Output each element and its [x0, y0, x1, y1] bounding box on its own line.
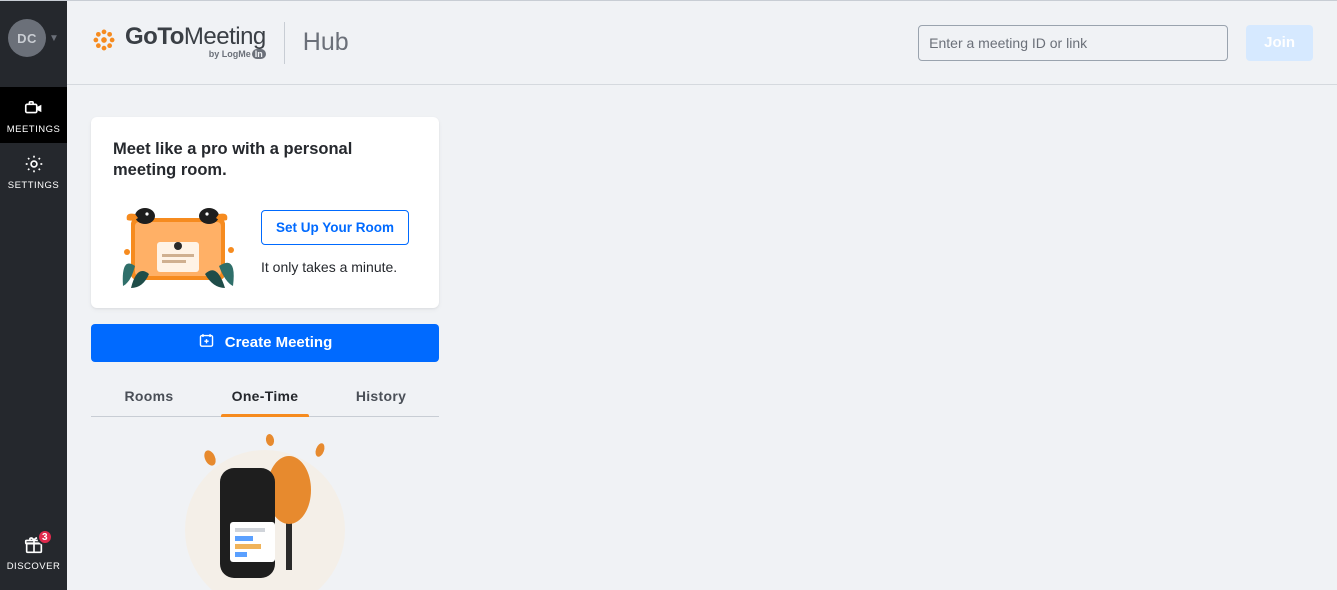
- content: Meet like a pro with a personal meeting …: [67, 85, 1337, 590]
- promo-card: Meet like a pro with a personal meeting …: [91, 117, 439, 308]
- avatar: DC: [8, 19, 46, 57]
- sidebar-item-meetings[interactable]: MEETINGS: [0, 87, 67, 143]
- setup-room-button[interactable]: Set Up Your Room: [261, 210, 409, 245]
- gear-icon: [23, 153, 45, 175]
- sidebar: DC ▼ MEETINGS: [0, 1, 67, 590]
- join-button[interactable]: Join: [1246, 25, 1313, 61]
- page-title: Hub: [303, 28, 349, 57]
- sidebar-item-discover[interactable]: 3 DISCOVER: [0, 524, 67, 580]
- meeting-id-input[interactable]: [918, 25, 1228, 61]
- notification-badge: 3: [37, 529, 53, 545]
- daisy-icon: [91, 27, 117, 58]
- tab-one-time[interactable]: One-Time: [207, 378, 323, 416]
- meeting-tabs: Rooms One-Time History: [91, 378, 439, 417]
- product-logo: GoToMeeting by LogMeIn: [91, 25, 266, 60]
- promo-illustration: [113, 196, 243, 290]
- create-meeting-label: Create Meeting: [225, 334, 333, 351]
- product-name: GoToMeeting: [125, 25, 266, 49]
- promo-subtext: It only takes a minute.: [261, 259, 409, 275]
- camera-icon: [23, 97, 45, 119]
- divider: [284, 22, 285, 64]
- empty-state-illustration: [91, 417, 439, 590]
- sidebar-item-settings[interactable]: SETTINGS: [0, 143, 67, 199]
- chevron-down-icon: ▼: [49, 33, 59, 44]
- product-byline: by LogMeIn: [208, 50, 266, 60]
- calendar-plus-icon: [198, 332, 215, 353]
- header: GoToMeeting by LogMeIn Hub Join: [67, 1, 1337, 85]
- promo-title: Meet like a pro with a personal meeting …: [113, 139, 417, 182]
- sidebar-item-label: DISCOVER: [7, 561, 61, 572]
- tab-history[interactable]: History: [323, 378, 439, 416]
- create-meeting-button[interactable]: Create Meeting: [91, 324, 439, 362]
- sidebar-item-label: SETTINGS: [8, 180, 60, 191]
- avatar-initials: DC: [17, 31, 37, 46]
- account-menu[interactable]: DC ▼: [8, 19, 59, 57]
- sidebar-item-label: MEETINGS: [7, 124, 61, 135]
- tab-rooms[interactable]: Rooms: [91, 378, 207, 416]
